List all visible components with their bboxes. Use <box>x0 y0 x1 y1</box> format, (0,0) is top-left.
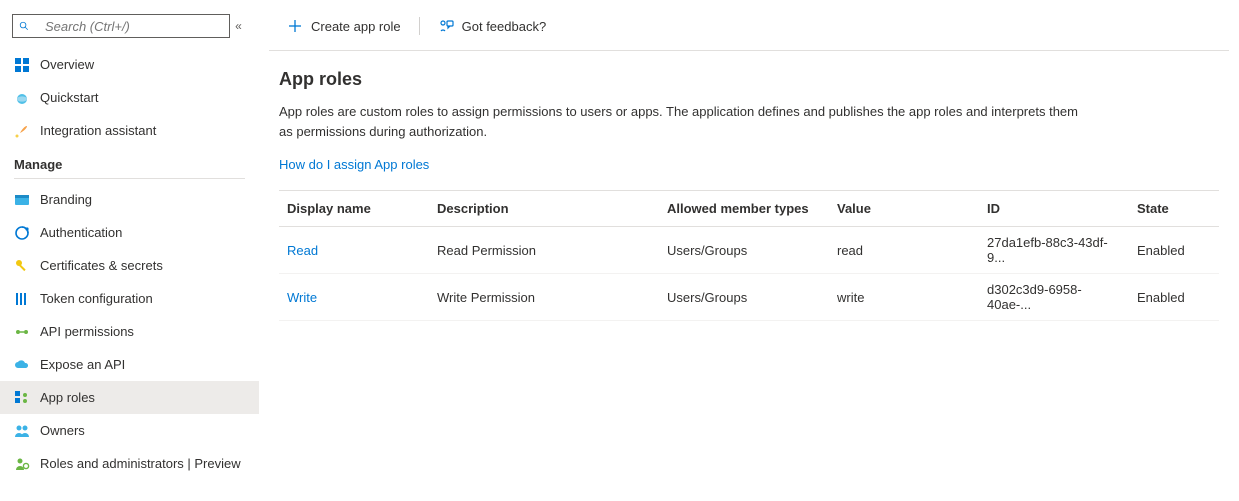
table-row[interactable]: Write Write Permission Users/Groups writ… <box>279 274 1219 321</box>
nav-label: Integration assistant <box>40 123 156 138</box>
search-icon <box>19 18 35 34</box>
page-description: App roles are custom roles to assign per… <box>279 102 1079 141</box>
nav-label: Owners <box>40 423 85 438</box>
th-state[interactable]: State <box>1129 191 1219 227</box>
divider <box>419 17 420 35</box>
cell-desc: Write Permission <box>429 274 659 321</box>
cell-name[interactable]: Read <box>279 227 429 274</box>
cell-state: Enabled <box>1129 227 1219 274</box>
owners-icon <box>14 423 30 439</box>
api-permissions-icon <box>14 324 30 340</box>
cell-value: write <box>829 274 979 321</box>
table-row[interactable]: Read Read Permission Users/Groups read 2… <box>279 227 1219 274</box>
app-roles-icon <box>14 390 30 406</box>
token-icon <box>14 291 30 307</box>
search-box[interactable] <box>12 14 230 38</box>
nav-owners[interactable]: Owners <box>0 414 259 447</box>
th-id[interactable]: ID <box>979 191 1129 227</box>
nav-branding[interactable]: Branding <box>0 183 259 216</box>
branding-icon <box>14 192 30 208</box>
th-types[interactable]: Allowed member types <box>659 191 829 227</box>
feedback-button[interactable]: Got feedback? <box>430 14 555 38</box>
rocket-icon <box>14 123 30 139</box>
th-description[interactable]: Description <box>429 191 659 227</box>
cell-state: Enabled <box>1129 274 1219 321</box>
key-icon <box>14 258 30 274</box>
nav-label: Quickstart <box>40 90 99 105</box>
nav-token-configuration[interactable]: Token configuration <box>0 282 259 315</box>
nav-label: Roles and administrators | Preview <box>40 456 241 471</box>
nav-overview[interactable]: Overview <box>0 48 259 81</box>
toolbar: Create app role Got feedback? <box>269 14 1229 51</box>
nav-label: Authentication <box>40 225 122 240</box>
overview-icon <box>14 57 30 73</box>
toolbar-label: Create app role <box>311 19 401 34</box>
search-input[interactable] <box>45 19 223 34</box>
nav-integration-assistant[interactable]: Integration assistant <box>0 114 259 147</box>
th-value[interactable]: Value <box>829 191 979 227</box>
cell-id: d302c3d9-6958-40ae-... <box>979 274 1129 321</box>
cell-types: Users/Groups <box>659 274 829 321</box>
th-name[interactable]: Display name <box>279 191 429 227</box>
sidebar: « Overview Quickstart Integration assist… <box>0 0 259 501</box>
nav-expose-api[interactable]: Expose an API <box>0 348 259 381</box>
authentication-icon <box>14 225 30 241</box>
nav-label: Certificates & secrets <box>40 258 163 273</box>
page-title: App roles <box>279 69 1219 90</box>
nav-label: Expose an API <box>40 357 125 372</box>
quickstart-icon <box>14 90 30 106</box>
nav-certificates-secrets[interactable]: Certificates & secrets <box>0 249 259 282</box>
nav-label: Overview <box>40 57 94 72</box>
main: Create app role Got feedback? App roles … <box>259 0 1239 501</box>
nav-api-permissions[interactable]: API permissions <box>0 315 259 348</box>
cell-name[interactable]: Write <box>279 274 429 321</box>
app-roles-table: Display name Description Allowed member … <box>279 190 1219 321</box>
create-app-role-button[interactable]: Create app role <box>279 14 409 38</box>
cell-types: Users/Groups <box>659 227 829 274</box>
nav-quickstart[interactable]: Quickstart <box>0 81 259 114</box>
plus-icon <box>287 18 303 34</box>
chevron-double-left-icon: « <box>235 19 242 33</box>
nav-label: Branding <box>40 192 92 207</box>
manage-heading: Manage <box>0 147 259 178</box>
cell-value: read <box>829 227 979 274</box>
roles-admin-icon <box>14 456 30 472</box>
nav-app-roles[interactable]: App roles <box>0 381 259 414</box>
nav-label: App roles <box>40 390 95 405</box>
nav-label: Token configuration <box>40 291 153 306</box>
divider <box>14 178 245 179</box>
nav-roles-administrators[interactable]: Roles and administrators | Preview <box>0 447 259 480</box>
nav-authentication[interactable]: Authentication <box>0 216 259 249</box>
cloud-icon <box>14 357 30 373</box>
toolbar-label: Got feedback? <box>462 19 547 34</box>
nav-label: API permissions <box>40 324 134 339</box>
cell-desc: Read Permission <box>429 227 659 274</box>
help-link[interactable]: How do I assign App roles <box>279 157 429 172</box>
collapse-sidebar-button[interactable]: « <box>230 19 247 33</box>
cell-id: 27da1efb-88c3-43df-9... <box>979 227 1129 274</box>
feedback-icon <box>438 18 454 34</box>
